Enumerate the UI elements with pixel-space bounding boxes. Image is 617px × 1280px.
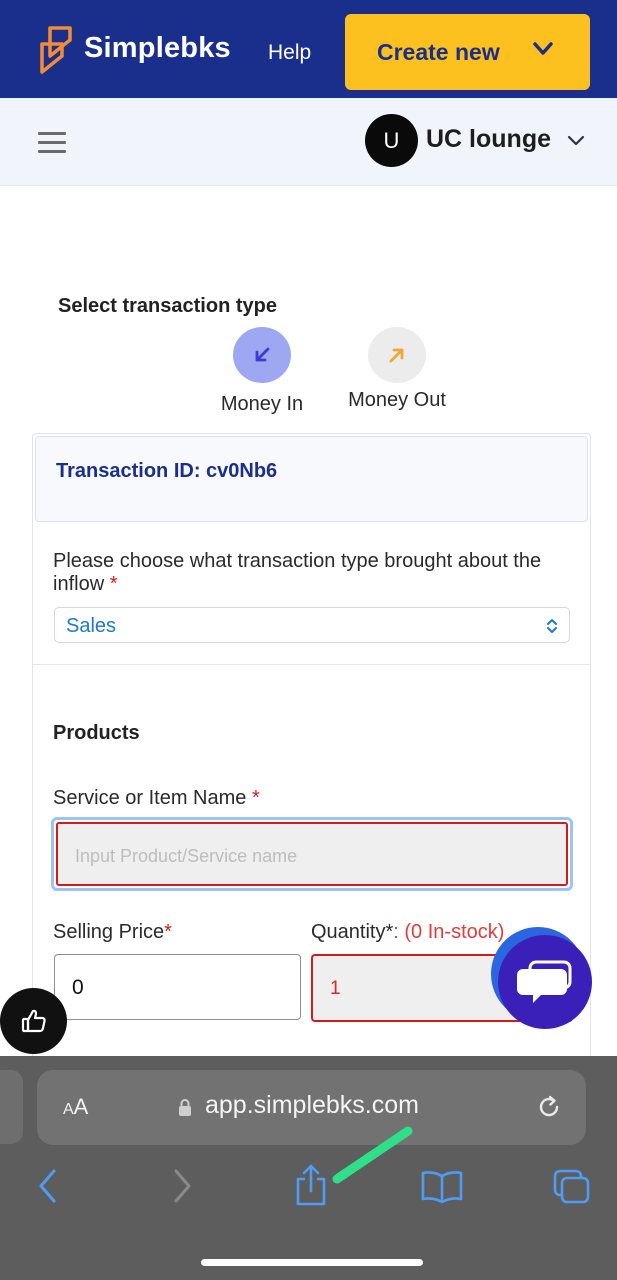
brand-name[interactable]: Simplebks	[84, 32, 231, 65]
transaction-id: Transaction ID: cv0Nb6	[56, 460, 278, 482]
money-in-option[interactable]: Money In	[212, 327, 312, 416]
url-text[interactable]: app.simplebks.com	[205, 1091, 419, 1120]
item-name-placeholder: Input Product/Service name	[75, 846, 298, 866]
money-in-circle[interactable]	[233, 327, 291, 383]
item-name-input[interactable]: Input Product/Service name	[51, 817, 573, 891]
organization-name[interactable]: UC lounge	[426, 125, 551, 154]
browser-toolbar: AA app.simplebks.com	[0, 1056, 617, 1280]
back-icon[interactable]	[36, 1168, 60, 1204]
arrow-down-left-icon	[255, 347, 270, 362]
simplebks-logo-icon	[40, 26, 72, 74]
quantity-label: Quantity*: (0 In-stock)	[311, 921, 504, 944]
text-size-large-a: A	[73, 1094, 89, 1119]
lock-icon	[179, 1099, 191, 1116]
inflow-question-text: Please choose what transaction type brou…	[53, 550, 542, 595]
selling-price-value: 0	[72, 976, 84, 999]
arrow-up-right-icon	[389, 348, 404, 363]
transaction-type-label: Select transaction type	[58, 295, 277, 317]
thumbs-up-icon	[21, 1009, 46, 1033]
inflow-type-value: Sales	[66, 615, 117, 637]
forward-icon[interactable]	[170, 1168, 194, 1204]
feedback-button[interactable]	[0, 988, 67, 1054]
page: Simplebks Help Create new U UC lounge Se…	[0, 0, 617, 1280]
item-name-label: Service or Item Name *	[53, 787, 260, 810]
chat-support-button[interactable]	[490, 926, 596, 1030]
bookmarks-icon[interactable]	[420, 1170, 464, 1204]
reload-icon[interactable]	[536, 1093, 562, 1121]
chevron-down-icon	[533, 42, 553, 55]
money-out-circle[interactable]	[368, 327, 426, 383]
create-new-button[interactable]: Create new	[345, 14, 590, 90]
selling-price-label-text: Selling Price	[53, 921, 165, 943]
share-icon[interactable]	[293, 1163, 329, 1207]
highlight-stroke-icon	[332, 1126, 413, 1184]
quantity-value: 1	[330, 978, 341, 999]
money-in-label: Money In	[220, 393, 304, 415]
inflow-question-label: Please choose what transaction type brou…	[53, 550, 573, 596]
item-name-field[interactable]: Input Product/Service name	[56, 822, 568, 886]
chevron-down-icon[interactable]	[566, 134, 586, 148]
section-divider	[33, 664, 590, 665]
home-indicator[interactable]	[201, 1259, 423, 1266]
item-name-label-text: Service or Item Name	[53, 787, 247, 809]
tabs-icon[interactable]	[552, 1168, 592, 1206]
stock-count: (0 In-stock)	[398, 921, 505, 943]
selling-price-input[interactable]: 0	[54, 954, 301, 1020]
products-heading: Products	[53, 722, 140, 744]
select-updown-icon	[547, 619, 557, 633]
inflow-type-select[interactable]: Sales	[54, 607, 570, 643]
previous-tab-edge[interactable]	[0, 1070, 23, 1144]
hamburger-menu-icon[interactable]	[38, 132, 66, 154]
money-out-label: Money Out	[348, 389, 446, 411]
required-asterisk: *	[164, 921, 172, 943]
required-asterisk: *	[251, 787, 260, 809]
selling-price-label: Selling Price*	[53, 921, 172, 944]
help-link[interactable]: Help	[268, 41, 311, 65]
required-asterisk: *	[109, 573, 118, 595]
text-size-small-a: A	[63, 1101, 74, 1118]
money-out-option[interactable]: Money Out	[340, 327, 454, 412]
transaction-id-box: Transaction ID: cv0Nb6	[35, 436, 588, 522]
sub-header: U UC lounge	[0, 98, 617, 186]
top-navbar: Simplebks Help Create new	[0, 0, 617, 98]
quantity-label-text: Quantity	[311, 921, 386, 943]
address-bar[interactable]: AA app.simplebks.com	[37, 1070, 586, 1145]
text-size-button[interactable]: AA	[63, 1094, 88, 1120]
create-new-label: Create new	[377, 38, 500, 65]
avatar[interactable]: U	[365, 114, 418, 167]
